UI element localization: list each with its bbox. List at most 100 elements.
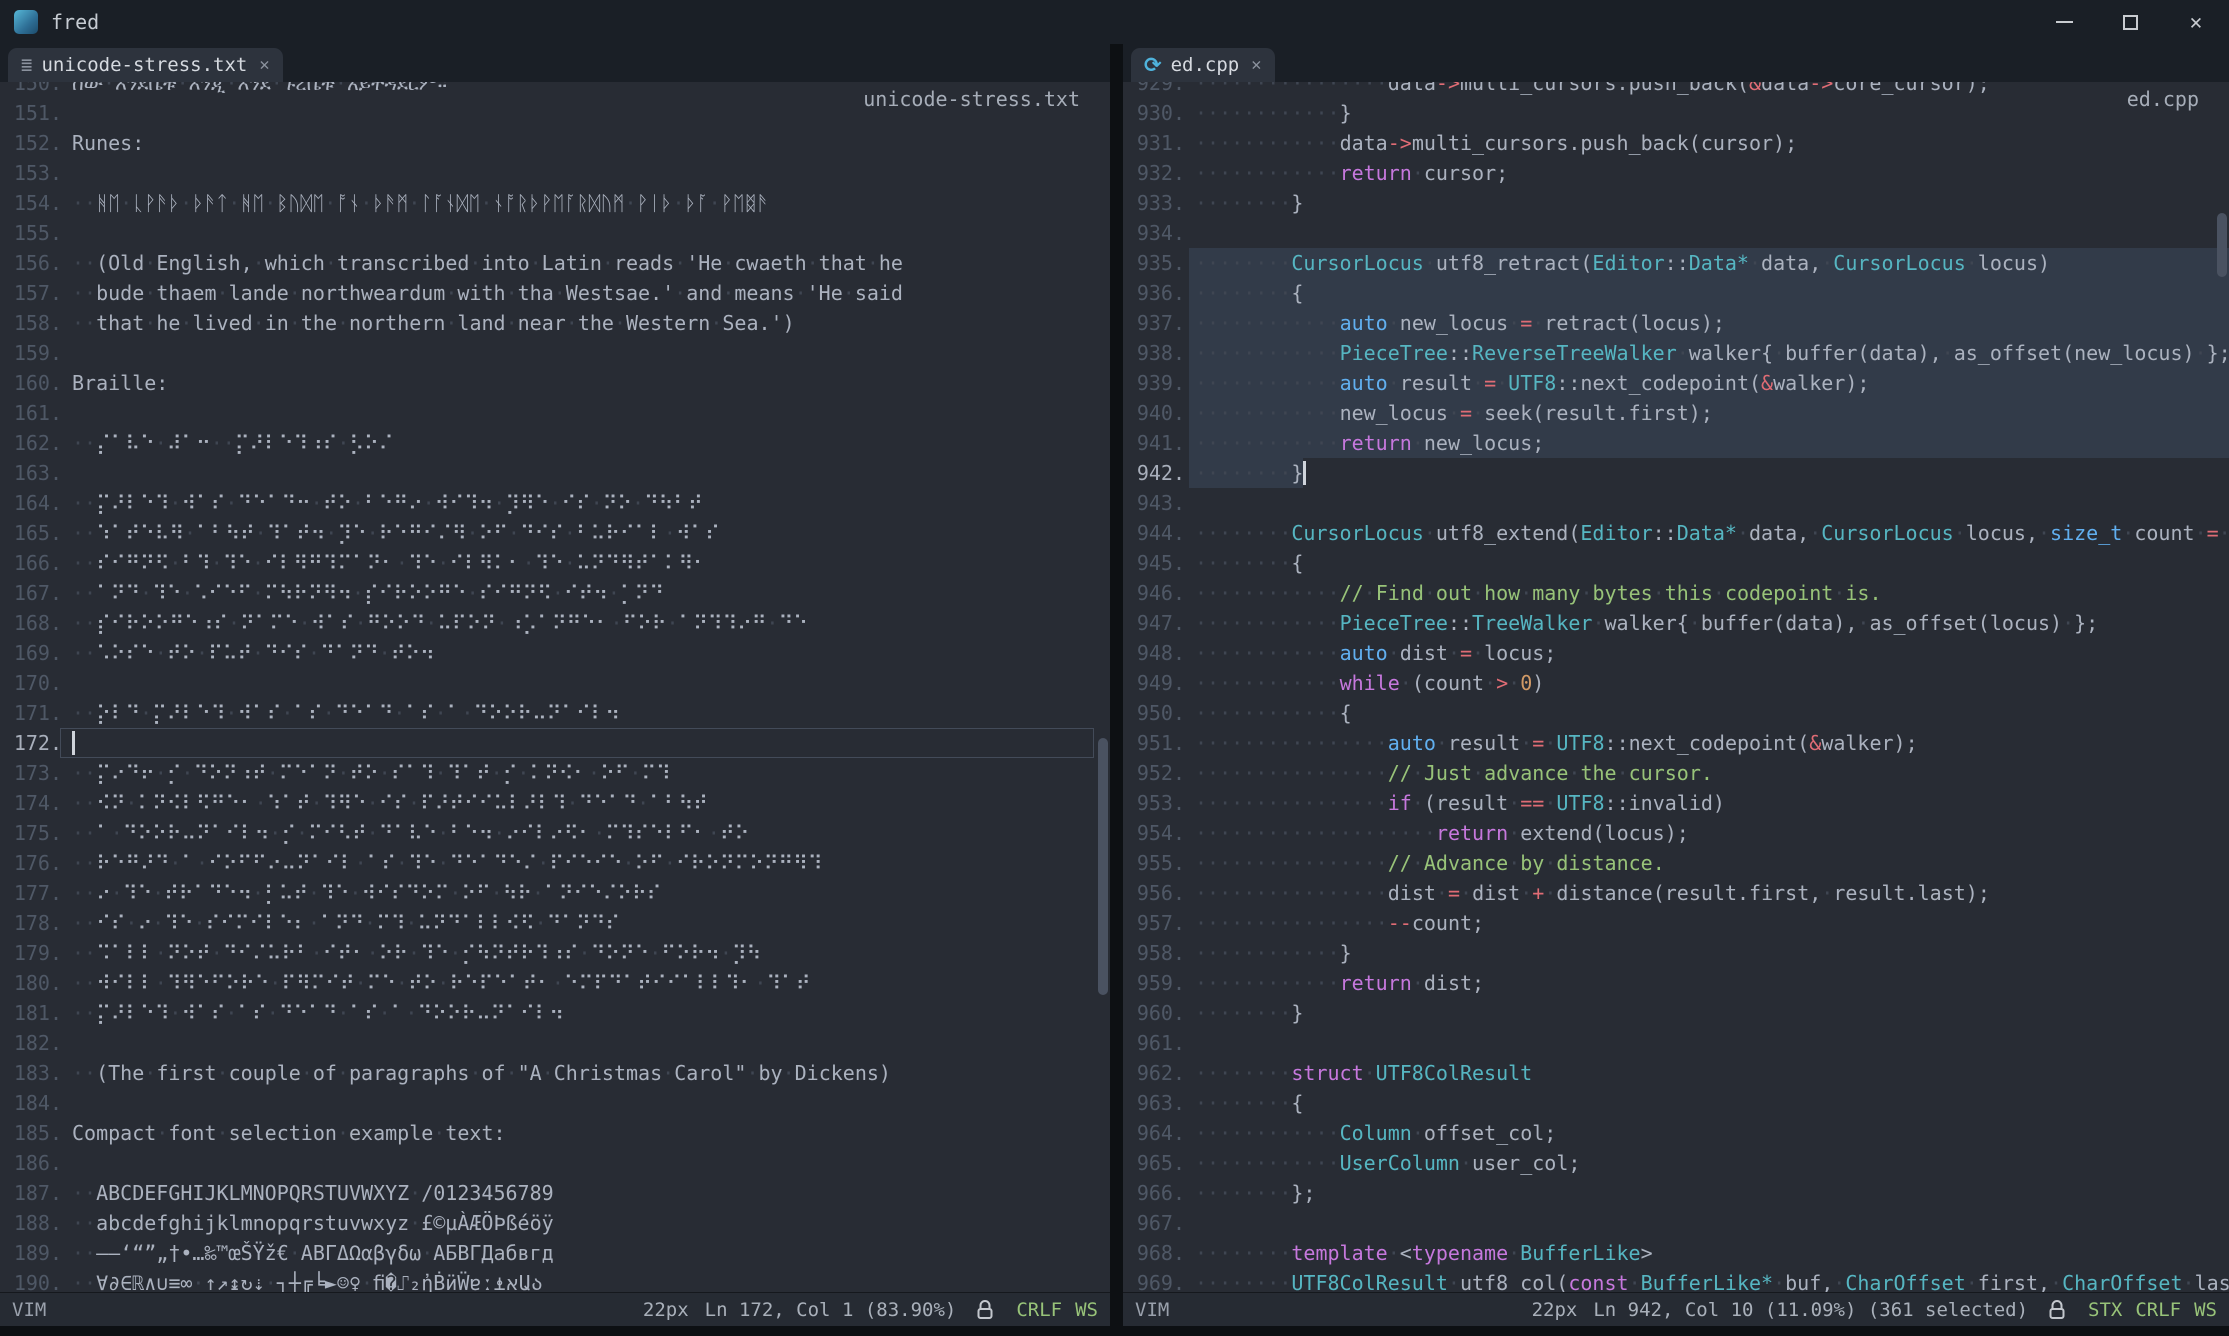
editor-line[interactable]: 932.············return·cursor; xyxy=(1123,158,2229,188)
editor-line[interactable]: 182. xyxy=(0,1028,1110,1058)
editor-line[interactable]: 940.············new_locus·=·seek(result.… xyxy=(1123,398,2229,428)
right-editor-area[interactable]: 929.················data->multi_cursors.… xyxy=(1123,82,2229,1292)
maximize-button[interactable] xyxy=(2097,0,2163,44)
lock-icon[interactable] xyxy=(2048,1299,2066,1321)
editor-line[interactable]: 177.··⠔·⠹⠑·⠞⠗⠁⠙⠑⠲·⡃⠥⠞·⠹⠑·⠺⠊⠎⠙⠕⠍·⠕⠋·⠳⠗·⠁⠝… xyxy=(0,878,1110,908)
lock-icon[interactable] xyxy=(976,1299,994,1321)
editor-line[interactable]: 170. xyxy=(0,668,1110,698)
editor-line[interactable]: 950.············{ xyxy=(1123,698,2229,728)
left-editor-area[interactable]: 150.ሰው·እንደቤቱ·እንጂ·እንደ·ጉረቤቱ·አይተዳደርም።151.15… xyxy=(0,82,1110,1292)
editor-line[interactable]: 187.··ABCDEFGHIJKLMNOPQRSTUVWXYZ·/012345… xyxy=(0,1178,1110,1208)
editor-line[interactable]: 929.················data->multi_cursors.… xyxy=(1123,82,2229,98)
editor-line[interactable]: 946.············//·Find·out·how·many·byt… xyxy=(1123,578,2229,608)
editor-line[interactable]: 961. xyxy=(1123,1028,2229,1058)
line-number: 950. xyxy=(1123,698,1195,728)
editor-line[interactable]: 154.··ᚻᛖ·ᚳᚹᚫᚦ·ᚦᚫᛏ·ᚻᛖ·ᛒᚢᛞᛖ·ᚩᚾ·ᚦᚫᛗ·ᛚᚪᚾᛞᛖ·ᚾ… xyxy=(0,188,1110,218)
editor-line[interactable]: 171.··⡕⠇⠙·⡍⠜⠇⠑⠹·⠺⠁⠎·⠁⠎·⠙⠑⠁⠙·⠁⠎·⠁·⠙⠕⠕⠗⠤⠝⠁… xyxy=(0,698,1110,728)
editor-line[interactable]: 168.··⡎⠊⠗⠕⠕⠛⠑⠰⠎·⠝⠁⠍⠑·⠺⠁⠎·⠛⠕⠕⠙·⠥⠏⠕⠝·⠰⡡⠁⠝⠛… xyxy=(0,608,1110,638)
editor-line[interactable]: 161. xyxy=(0,398,1110,428)
editor-line[interactable]: 953.················if·(result·==·UTF8::… xyxy=(1123,788,2229,818)
editor-line[interactable]: 178.··⠊⠎·⠔·⠹⠑·⠎⠊⠍⠊⠇⠑⠆·⠁⠝⠙·⠍⠹·⠥⠝⠙⠁⠇⠇⠪⠫·⠙⠁… xyxy=(0,908,1110,938)
editor-line[interactable]: 938.············PieceTree::ReverseTreeWa… xyxy=(1123,338,2229,368)
editor-line[interactable]: 162.··⡌⠁⠧⠑·⠼⠁⠒··⡍⠜⠇⠑⠹⠰⠎·⡣⠕⠌ xyxy=(0,428,1110,458)
editor-line[interactable]: 966.········}; xyxy=(1123,1178,2229,1208)
editor-line[interactable]: 957.················--count; xyxy=(1123,908,2229,938)
editor-line[interactable]: 956.················dist·=·dist·+·distan… xyxy=(1123,878,2229,908)
editor-line[interactable]: 962.········struct·UTF8ColResult xyxy=(1123,1058,2229,1088)
editor-line[interactable]: 169.··⠡⠕⠎⠑·⠞⠕·⠏⠥⠞·⠙⠊⠎·⠙⠁⠝⠙·⠞⠕⠲ xyxy=(0,638,1110,668)
editor-line[interactable]: 190.··∀∂∈ℝ∧∪≡∞·↑↗↨↻⇣·┐┼╔╘►☺♀·ﬁ�⑀₂ἠḂӥẄɐː⍎… xyxy=(0,1268,1110,1292)
editor-line[interactable]: 941.············return·new_locus; xyxy=(1123,428,2229,458)
tab-close-icon[interactable]: ✕ xyxy=(259,55,269,75)
editor-line[interactable]: 933.········} xyxy=(1123,188,2229,218)
editor-line[interactable]: 188.··abcdefghijklmnopqrstuvwxyz·£©µÀÆÖÞ… xyxy=(0,1208,1110,1238)
editor-line[interactable]: 952.················//·Just·advance·the·… xyxy=(1123,758,2229,788)
editor-line[interactable]: 159. xyxy=(0,338,1110,368)
editor-line[interactable]: 930.············} xyxy=(1123,98,2229,128)
left-scrollbar[interactable] xyxy=(1096,82,1110,1292)
editor-line[interactable]: 156.··(Old·English,·which·transcribed·in… xyxy=(0,248,1110,278)
editor-line[interactable]: 958.············} xyxy=(1123,938,2229,968)
editor-line[interactable]: 963.········{ xyxy=(1123,1088,2229,1118)
line-text: ··⠁·⠙⠕⠕⠗⠤⠝⠁⠊⠇⠲·⡊·⠍⠊⠣⠞·⠙⠁⠧⠑·⠃⠑⠲·⠔⠊⠇⠔⠫⠂·⠍⠹… xyxy=(72,818,1110,848)
editor-line[interactable]: 189.··–—‘“”„†•…‰™œŠŸž€·ΑΒΓΔΩαβγδω·АБВГДа… xyxy=(0,1238,1110,1268)
editor-line[interactable]: 931.············data->multi_cursors.push… xyxy=(1123,128,2229,158)
editor-line[interactable]: 944.········CursorLocus·utf8_extend(Edit… xyxy=(1123,518,2229,548)
close-button[interactable]: ✕ xyxy=(2163,0,2229,44)
editor-line[interactable]: 937.············auto·new_locus·=·retract… xyxy=(1123,308,2229,338)
editor-line[interactable]: 153. xyxy=(0,158,1110,188)
editor-line[interactable]: 175.··⠁·⠙⠕⠕⠗⠤⠝⠁⠊⠇⠲·⡊·⠍⠊⠣⠞·⠙⠁⠧⠑·⠃⠑⠲·⠔⠊⠇⠔⠫… xyxy=(0,818,1110,848)
cpp-file-icon: ⟳ xyxy=(1144,55,1162,76)
editor-line[interactable]: 152.Runes: xyxy=(0,128,1110,158)
editor-line[interactable]: 179.··⠩⠁⠇⠇·⠝⠕⠞·⠙⠊⠌⠥⠗⠃·⠊⠞⠂·⠕⠗·⠹⠑·⡊⠳⠝⠞⠗⠹⠰⠎… xyxy=(0,938,1110,968)
editor-line[interactable]: 943. xyxy=(1123,488,2229,518)
editor-line[interactable]: 934. xyxy=(1123,218,2229,248)
editor-line[interactable]: 955.················//·Advance·by·distan… xyxy=(1123,848,2229,878)
editor-line[interactable]: 945.········{ xyxy=(1123,548,2229,578)
editor-line[interactable]: 935.········CursorLocus·utf8_retract(Edi… xyxy=(1123,248,2229,278)
editor-line[interactable]: 163. xyxy=(0,458,1110,488)
editor-line[interactable]: 959.············return·dist; xyxy=(1123,968,2229,998)
editor-line[interactable]: 965.············UserColumn·user_col; xyxy=(1123,1148,2229,1178)
editor-line[interactable]: 166.··⠎⠊⠛⠝⠫·⠃⠹·⠹⠑·⠊⠇⠻⠛⠹⠍⠁⠝⠂·⠹⠑·⠊⠇⠻⠅⠂·⠹⠑·… xyxy=(0,548,1110,578)
editor-line[interactable]: 947.············PieceTree::TreeWalker·wa… xyxy=(1123,608,2229,638)
editor-line[interactable]: 174.··⠪⠝·⠅⠝⠪⠇⠫⠛⠑⠂·⠱⠁⠞·⠹⠻⠑·⠊⠎·⠏⠜⠞⠊⠊⠥⠇⠜⠇⠹·… xyxy=(0,788,1110,818)
minimize-button[interactable] xyxy=(2031,0,2097,44)
editor-line[interactable]: 968.········template·<typename·BufferLik… xyxy=(1123,1238,2229,1268)
editor-line[interactable]: 967. xyxy=(1123,1208,2229,1238)
line-text: ··⠎⠊⠛⠝⠫·⠃⠹·⠹⠑·⠊⠇⠻⠛⠹⠍⠁⠝⠂·⠹⠑·⠊⠇⠻⠅⠂·⠹⠑·⠥⠝⠙⠻… xyxy=(72,548,1110,578)
editor-line[interactable]: 960.········} xyxy=(1123,998,2229,1028)
editor-line[interactable]: 186. xyxy=(0,1148,1110,1178)
editor-line[interactable]: 160.Braille: xyxy=(0,368,1110,398)
editor-line[interactable]: 969.········UTF8ColResult·utf8_col(const… xyxy=(1123,1268,2229,1292)
editor-line[interactable]: 180.··⠺⠊⠇⠇·⠹⠻⠑⠋⠕⠗⠑·⠏⠻⠍⠊⠞·⠍⠑·⠞⠕·⠗⠑⠏⠑⠁⠞⠂·⠑… xyxy=(0,968,1110,998)
editor-line[interactable]: 948.············auto·dist·=·locus; xyxy=(1123,638,2229,668)
editor-line[interactable]: 165.··⠱⠁⠞⠑⠧⠻·⠁⠃⠳⠞·⠹⠁⠞⠲·⡹⠑·⠗⠑⠛⠊⠌⠻·⠕⠋·⠙⠊⠎·… xyxy=(0,518,1110,548)
line-text: ········} xyxy=(1195,188,2229,218)
editor-line[interactable]: 964.············Column·offset_col; xyxy=(1123,1118,2229,1148)
editor-line[interactable]: 939.············auto·result·=·UTF8::next… xyxy=(1123,368,2229,398)
editor-line[interactable]: 184. xyxy=(0,1088,1110,1118)
editor-line[interactable]: 173.··⡍⠔⠙⠖·⡊·⠙⠕⠝⠰⠞·⠍⠑⠁⠝·⠞⠕·⠎⠁⠹·⠹⠁⠞·⡊·⠅⠝⠪… xyxy=(0,758,1110,788)
editor-line[interactable]: 942.········} xyxy=(1123,458,2229,488)
editor-line[interactable]: 176.··⠗⠑⠛⠜⠙·⠁·⠊⠕⠋⠋⠔⠤⠝⠁⠊⠇·⠁⠎·⠹⠑·⠙⠑⠁⠙⠑⠌·⠏⠊… xyxy=(0,848,1110,878)
tab-close-icon[interactable]: ✕ xyxy=(1251,55,1261,75)
editor-line[interactable]: 158.··that·he·lived·in·the·northern·land… xyxy=(0,308,1110,338)
editor-line[interactable]: 181.··⡍⠜⠇⠑⠹·⠺⠁⠎·⠁⠎·⠙⠑⠁⠙·⠁⠎·⠁·⠙⠕⠕⠗⠤⠝⠁⠊⠇⠲ xyxy=(0,998,1110,1028)
editor-line[interactable]: 172. xyxy=(0,728,1110,758)
editor-line[interactable]: 164.··⡍⠜⠇⠑⠹·⠺⠁⠎·⠙⠑⠁⠙⠒·⠞⠕·⠃⠑⠛⠔·⠺⠊⠹⠲·⡹⠻⠑·⠊… xyxy=(0,488,1110,518)
editor-line[interactable]: 951.················auto·result·=·UTF8::… xyxy=(1123,728,2229,758)
editor-line[interactable]: 157.··bude·thaem·lande·northweardum·with… xyxy=(0,278,1110,308)
editor-line[interactable]: 936.········{ xyxy=(1123,278,2229,308)
editor-line[interactable]: 185.Compact·font·selection·example·text: xyxy=(0,1118,1110,1148)
left-scrollbar-thumb[interactable] xyxy=(1098,738,1108,995)
editor-line[interactable]: 155. xyxy=(0,218,1110,248)
tab-ed-cpp[interactable]: ⟳ ed.cpp ✕ xyxy=(1131,48,1275,82)
editor-line[interactable]: 183.··(The·first·couple·of·paragraphs·of… xyxy=(0,1058,1110,1088)
right-scrollbar-thumb[interactable] xyxy=(2217,213,2227,277)
editor-line[interactable]: 167.··⠁⠝⠙·⠹⠑·⠡⠊⠑⠋·⠍⠳⠗⠝⠻⠲·⡎⠊⠗⠕⠕⠛⠑·⠎⠊⠛⠝⠫·⠊… xyxy=(0,578,1110,608)
editor-line[interactable]: 949.············while·(count·>·0) xyxy=(1123,668,2229,698)
tab-unicode-stress-txt[interactable]: ≣ unicode-stress.txt ✕ xyxy=(8,48,283,82)
right-scrollbar[interactable] xyxy=(2215,82,2229,1292)
editor-line[interactable]: 954.····················return·extend(lo… xyxy=(1123,818,2229,848)
